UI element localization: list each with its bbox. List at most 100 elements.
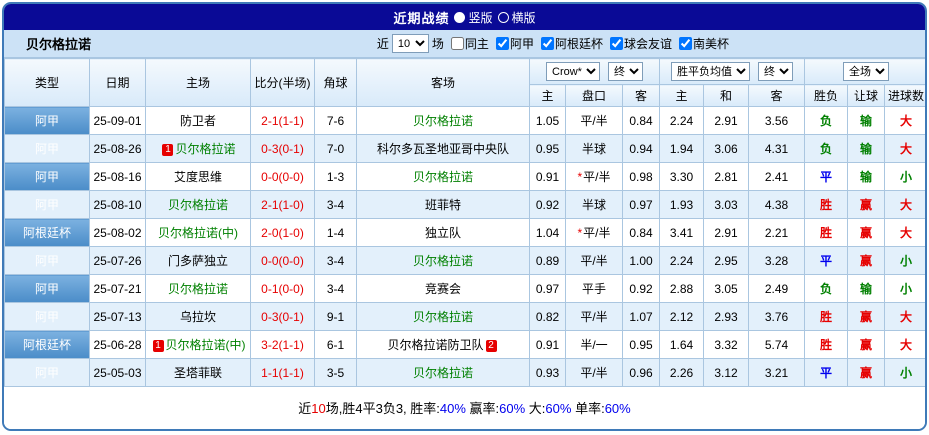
table-row: 阿甲 25-08-26 1 贝尔格拉诺 0-3(0-1) 7-0 科尔多瓦圣地亚哥中央队 0.…: [4, 134, 925, 163]
away-team-name: 竞赛会: [424, 282, 461, 296]
recent-count-select[interactable]: 10: [391, 34, 429, 53]
goals-result-cell: 小: [884, 358, 925, 387]
vertical-layout-radio[interactable]: [454, 11, 466, 23]
checkbox-label: 同主: [464, 37, 489, 51]
handicap-cell: 平手: [565, 274, 623, 303]
home-team-cell: 艾度思维: [145, 162, 251, 191]
odds-away-cell: 0.84: [621, 218, 661, 247]
odds-home-cell: 1.04: [529, 218, 566, 247]
odds-home-cell: 0.95: [529, 134, 566, 163]
red-card-badge: 2: [485, 340, 497, 352]
vertical-layout-label: 竖版: [468, 10, 493, 25]
argentina-cup-checkbox[interactable]: [540, 37, 554, 50]
corner-cell: 3-5: [314, 358, 357, 387]
home-team-name: 贝尔格拉诺(中): [165, 338, 246, 352]
results-body: 阿甲 25-09-01 防卫者 2-1(1-1) 7-6 贝尔格拉诺 1.05 平/半 0.84…: [4, 106, 925, 387]
away-team-name: 贝尔格拉诺: [412, 170, 473, 184]
col-header-date: 日期: [89, 58, 146, 107]
europe-draw-cell: 2.91: [703, 218, 750, 247]
europe-draw-cell: 3.03: [703, 190, 750, 219]
filter-checkbox-aja[interactable]: 阿甲: [495, 35, 534, 52]
subheader-handicap-result: 让球: [847, 84, 886, 107]
corner-cell: 9-1: [314, 302, 357, 331]
date-cell: 25-08-26: [89, 134, 146, 163]
same-home-checkbox[interactable]: [450, 37, 464, 50]
europe-home-cell: 1.93: [659, 190, 705, 219]
home-team-cell: 乌拉坎: [145, 302, 251, 331]
league-cell: 阿甲: [4, 106, 90, 135]
copa-sudamericana-checkbox[interactable]: [678, 37, 692, 50]
corner-cell: 3-4: [314, 190, 357, 219]
summary-segment: 赢率:: [465, 401, 500, 416]
score-cell: 0-3(0-1): [250, 134, 315, 163]
league-cell: 阿根廷杯: [4, 330, 90, 359]
home-team-cell: 门多萨独立: [145, 246, 251, 275]
odds-away-cell: 1.00: [621, 246, 661, 275]
filter-checkbox-same-home[interactable]: 同主: [450, 35, 489, 52]
odds-home-cell: 1.05: [529, 106, 566, 135]
corner-cell: 7-0: [314, 134, 357, 163]
odds-time-select[interactable]: 终: [608, 62, 644, 81]
home-team-cell: 1 贝尔格拉诺: [145, 134, 251, 163]
aja-checkbox[interactable]: [495, 37, 509, 50]
layout-option-horizontal[interactable]: 横版: [497, 9, 536, 26]
goals-result-cell: 大: [884, 190, 925, 219]
europe-odds-header-group: 胜平负均值 终: [659, 58, 806, 85]
club-friendly-checkbox[interactable]: [609, 37, 623, 50]
handicap-cell: 半球: [565, 190, 623, 219]
league-cell: 阿甲: [4, 134, 90, 163]
europe-draw-cell: 3.32: [703, 330, 750, 359]
col-header-away: 客场: [356, 58, 530, 107]
subheader-europe-away: 客: [748, 84, 806, 107]
table-row: 阿甲 25-08-16 艾度思维 0-0(0-0) 1-3 贝尔格拉诺 0.91 *平/半 0.…: [4, 162, 925, 191]
europe-time-select[interactable]: 终: [758, 62, 794, 81]
filter-checkbox-argentina-cup[interactable]: 阿根廷杯: [540, 35, 603, 52]
europe-draw-cell: 3.12: [703, 358, 750, 387]
odds-source-select[interactable]: Crow*: [546, 62, 601, 81]
checkbox-label: 阿甲: [509, 37, 534, 51]
result-scope-select[interactable]: 全场: [843, 62, 890, 81]
table-row: 阿甲 25-07-21 贝尔格拉诺 0-1(0-0) 3-4 竞赛会 0.97 平手 0.92 2…: [4, 274, 925, 303]
europe-odds-select[interactable]: 胜平负均值: [671, 62, 751, 81]
checkbox-label: 球会友谊: [623, 37, 672, 51]
horizontal-layout-radio[interactable]: [497, 11, 509, 23]
league-cell: 阿甲: [4, 302, 90, 331]
filter-checkbox-copa-sudamericana[interactable]: 南美杯: [678, 35, 729, 52]
window-title: 近期战绩: [393, 10, 450, 26]
winloss-result-cell: 胜: [804, 302, 849, 331]
europe-home-cell: 1.94: [659, 134, 705, 163]
corner-cell: 3-4: [314, 274, 357, 303]
league-cell: 阿甲: [4, 274, 90, 303]
europe-home-cell: 3.30: [659, 162, 705, 191]
goals-result-cell: 小: [884, 162, 925, 191]
europe-away-cell: 5.74: [748, 330, 806, 359]
home-team-name: 贝尔格拉诺: [167, 198, 228, 212]
home-team-cell: 防卫者: [145, 106, 251, 135]
subheader-europe-home: 主: [659, 84, 705, 107]
filter-checkbox-club-friendly[interactable]: 球会友谊: [609, 35, 672, 52]
winloss-result-cell: 负: [804, 134, 849, 163]
europe-away-cell: 3.28: [748, 246, 806, 275]
handicap-result-cell: 赢: [847, 330, 886, 359]
home-team-cell: 贝尔格拉诺(中): [145, 218, 251, 247]
europe-away-cell: 4.38: [748, 190, 806, 219]
odds-home-cell: 0.93: [529, 358, 566, 387]
date-cell: 25-07-21: [89, 274, 146, 303]
handicap-result-cell: 赢: [847, 218, 886, 247]
away-team-cell: 贝尔格拉诺: [356, 162, 530, 191]
corner-cell: 1-3: [314, 162, 357, 191]
league-cell: 阿根廷杯: [4, 218, 90, 247]
score-cell: 0-0(0-0): [250, 246, 315, 275]
footer: 近10场,胜4平3负3, 胜率:40% 赢率:60% 大:60% 单率:60%: [4, 387, 925, 429]
winloss-result-cell: 负: [804, 274, 849, 303]
winloss-result-cell: 胜: [804, 330, 849, 359]
summary-segment: 近: [298, 401, 312, 416]
layout-option-vertical[interactable]: 竖版: [454, 9, 493, 26]
summary-segment: 场,胜4平3负3, 胜率:: [325, 401, 440, 416]
odds-away-cell: 0.94: [621, 134, 661, 163]
goals-result-cell: 大: [884, 302, 925, 331]
away-team-name: 贝尔格拉诺防卫队: [387, 338, 484, 352]
date-cell: 25-07-13: [89, 302, 146, 331]
handicap-result-cell: 赢: [847, 358, 886, 387]
away-team-cell: 贝尔格拉诺: [356, 246, 530, 275]
